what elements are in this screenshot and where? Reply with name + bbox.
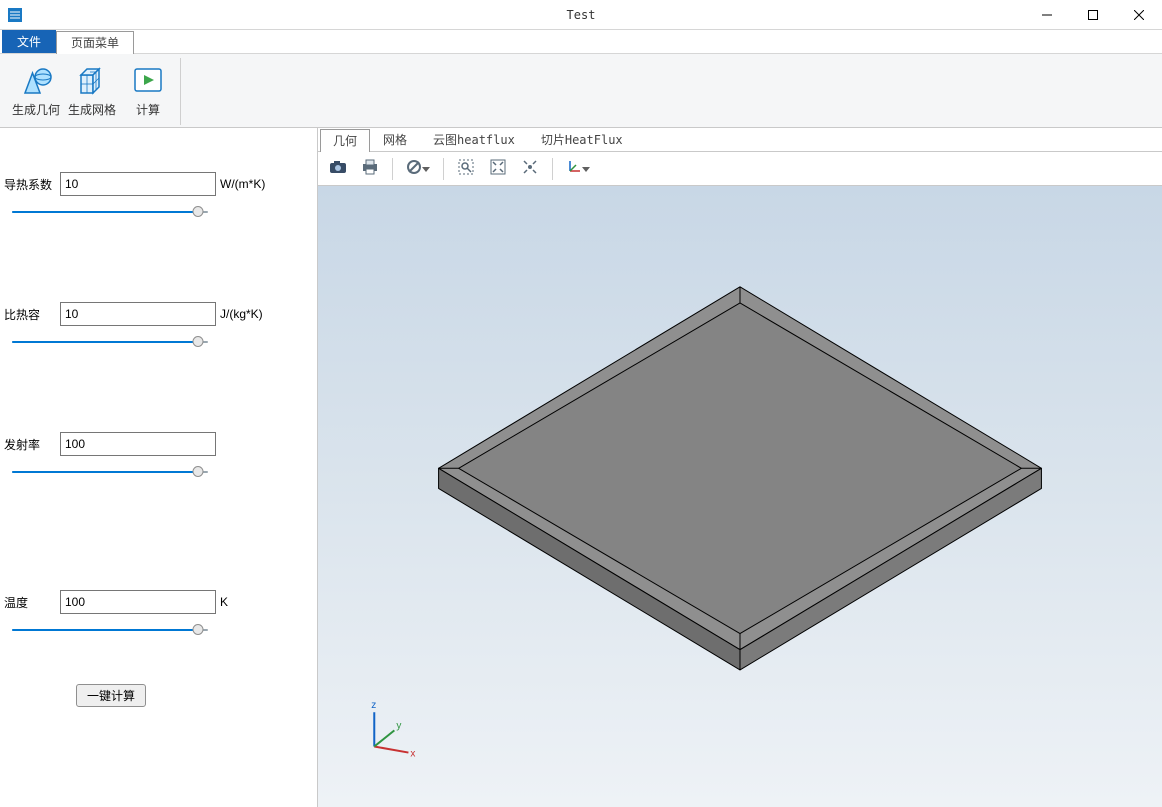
specific-heat-row: 比热容 J/(kg*K) bbox=[4, 302, 309, 326]
specific-heat-slider[interactable] bbox=[12, 334, 208, 350]
transparency-button[interactable] bbox=[401, 156, 435, 182]
zoom-box-button[interactable] bbox=[452, 156, 480, 182]
play-icon bbox=[130, 62, 166, 98]
print-button[interactable] bbox=[356, 156, 384, 182]
thermal-conductivity-slider[interactable] bbox=[12, 204, 208, 220]
ribbon-tab-page-menu[interactable]: 页面菜单 bbox=[56, 31, 134, 54]
temperature-slider[interactable] bbox=[12, 622, 208, 638]
sphere-cone-icon bbox=[18, 62, 54, 98]
toolbar-separator bbox=[552, 158, 553, 180]
gfx-tab-contour[interactable]: 云图heatflux bbox=[420, 128, 528, 151]
ribbon-tab-file[interactable]: 文件 bbox=[2, 30, 56, 53]
temperature-row: 温度 K bbox=[4, 590, 309, 614]
toolbar-separator bbox=[443, 158, 444, 180]
app-icon bbox=[0, 0, 30, 30]
window-controls bbox=[1024, 0, 1162, 30]
minimize-button[interactable] bbox=[1024, 0, 1070, 30]
compute-label: 计算 bbox=[136, 101, 160, 118]
ribbon-tab-row: 文件 页面菜单 bbox=[0, 30, 1162, 54]
emissivity-row: 发射率 bbox=[4, 432, 309, 456]
zoom-extents-icon bbox=[489, 158, 507, 179]
orient-axes-button[interactable] bbox=[561, 156, 595, 182]
specific-heat-unit: J/(kg*K) bbox=[220, 307, 280, 321]
gfx-tab-slice[interactable]: 切片HeatFlux bbox=[528, 128, 636, 151]
zoom-selected-button[interactable] bbox=[516, 156, 544, 182]
graphics-panel: 几何 网格 云图heatflux 切片HeatFlux bbox=[318, 128, 1162, 807]
compute-button[interactable]: 计算 bbox=[124, 58, 172, 125]
camera-icon bbox=[329, 158, 347, 179]
build-mesh-label: 生成网格 bbox=[68, 101, 116, 118]
maximize-button[interactable] bbox=[1070, 0, 1116, 30]
zoom-box-icon bbox=[457, 158, 475, 179]
workspace: 导热系数 W/(m*K) 比热容 J/(kg*K) 发射率 bbox=[0, 128, 1162, 807]
build-mesh-button[interactable]: 生成网格 bbox=[68, 58, 116, 125]
zoom-extents-button[interactable] bbox=[484, 156, 512, 182]
chevron-down-icon bbox=[582, 162, 590, 176]
temperature-input[interactable] bbox=[60, 590, 216, 614]
graphics-tab-row: 几何 网格 云图heatflux 切片HeatFlux bbox=[318, 128, 1162, 152]
emissivity-slider[interactable] bbox=[12, 464, 208, 480]
axis-z-label: z bbox=[371, 700, 376, 711]
one-click-calc-button[interactable]: 一键计算 bbox=[76, 684, 146, 707]
gfx-tab-mesh[interactable]: 网格 bbox=[370, 128, 420, 151]
axis-x-label: x bbox=[410, 749, 415, 760]
emissivity-input[interactable] bbox=[60, 432, 216, 456]
graphics-viewport[interactable]: z x y bbox=[318, 186, 1162, 807]
printer-icon bbox=[361, 158, 379, 179]
toolbar-separator bbox=[392, 158, 393, 180]
axis-y-label: y bbox=[396, 720, 401, 731]
thermal-conductivity-label: 导热系数 bbox=[4, 176, 56, 193]
axes-icon bbox=[566, 159, 582, 178]
window-title: Test bbox=[0, 8, 1162, 22]
graphics-toolbar bbox=[318, 152, 1162, 186]
cube-mesh-icon bbox=[74, 62, 110, 98]
thermal-conductivity-unit: W/(m*K) bbox=[220, 177, 280, 191]
ribbon-group-main: 生成几何 bbox=[4, 58, 181, 125]
thermal-conductivity-row: 导热系数 W/(m*K) bbox=[4, 172, 309, 196]
title-bar: Test bbox=[0, 0, 1162, 30]
specific-heat-label: 比热容 bbox=[4, 306, 56, 323]
thermal-conductivity-input[interactable] bbox=[60, 172, 216, 196]
specific-heat-input[interactable] bbox=[60, 302, 216, 326]
parameters-panel: 导热系数 W/(m*K) 比热容 J/(kg*K) 发射率 bbox=[0, 128, 318, 807]
emissivity-label: 发射率 bbox=[4, 436, 56, 453]
zoom-selected-icon bbox=[521, 158, 539, 179]
close-button[interactable] bbox=[1116, 0, 1162, 30]
no-transparency-icon bbox=[406, 159, 422, 178]
gfx-tab-geometry[interactable]: 几何 bbox=[320, 129, 370, 152]
build-geometry-button[interactable]: 生成几何 bbox=[12, 58, 60, 125]
ribbon-body: 生成几何 bbox=[0, 54, 1162, 128]
build-geometry-label: 生成几何 bbox=[12, 101, 60, 118]
temperature-label: 温度 bbox=[4, 594, 56, 611]
snapshot-button[interactable] bbox=[324, 156, 352, 182]
temperature-unit: K bbox=[220, 595, 280, 609]
chevron-down-icon bbox=[422, 162, 430, 176]
